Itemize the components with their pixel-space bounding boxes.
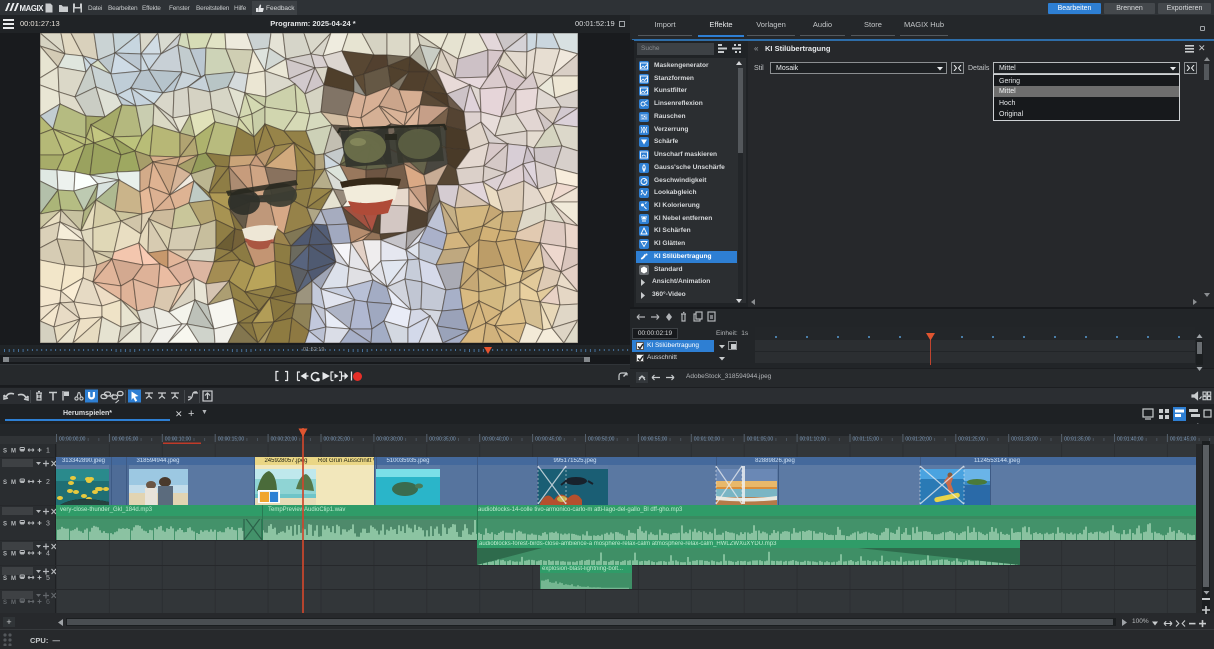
svg-text:00:00:55;00: 00:00:55;00 (641, 437, 668, 443)
svg-text:00:01:30;00: 00:01:30;00 (1011, 437, 1038, 443)
svg-text:00:01:05;00: 00:01:05;00 (747, 437, 774, 443)
svg-text:00:00:50;00: 00:00:50;00 (588, 437, 615, 443)
svg-text:00:00:45;00: 00:00:45;00 (535, 437, 562, 443)
svg-text:00:01:15;00: 00:01:15;00 (853, 437, 880, 443)
svg-text:00:00:10;00: 00:00:10;00 (165, 437, 192, 443)
svg-text:00:00:20;00: 00:00:20;00 (271, 437, 298, 443)
svg-text:00:01:40;00: 00:01:40;00 (1117, 437, 1144, 443)
svg-text:00:00:05;00: 00:00:05;00 (112, 437, 139, 443)
svg-text:MAGIX: MAGIX (20, 4, 45, 13)
svg-text:00:00:30;00: 00:00:30;00 (376, 437, 403, 443)
svg-text:00:00:00;00: 00:00:00;00 (59, 437, 86, 443)
svg-text:00:00:25;00: 00:00:25;00 (324, 437, 351, 443)
svg-text:00:00:40;00: 00:00:40;00 (482, 437, 509, 443)
svg-text:00:00:15;00: 00:00:15;00 (218, 437, 245, 443)
svg-text:00:01:20;00: 00:01:20;00 (905, 437, 932, 443)
svg-text:00:01:25;00: 00:01:25;00 (958, 437, 985, 443)
svg-text:00:00:35;00: 00:00:35;00 (429, 437, 456, 443)
svg-text:00:01:00;00: 00:01:00;00 (694, 437, 721, 443)
svg-text:00:01:10;00: 00:01:10;00 (800, 437, 827, 443)
svg-text:00:01:45;00: 00:01:45;00 (1170, 437, 1197, 443)
svg-text:00:01:35;00: 00:01:35;00 (1064, 437, 1091, 443)
